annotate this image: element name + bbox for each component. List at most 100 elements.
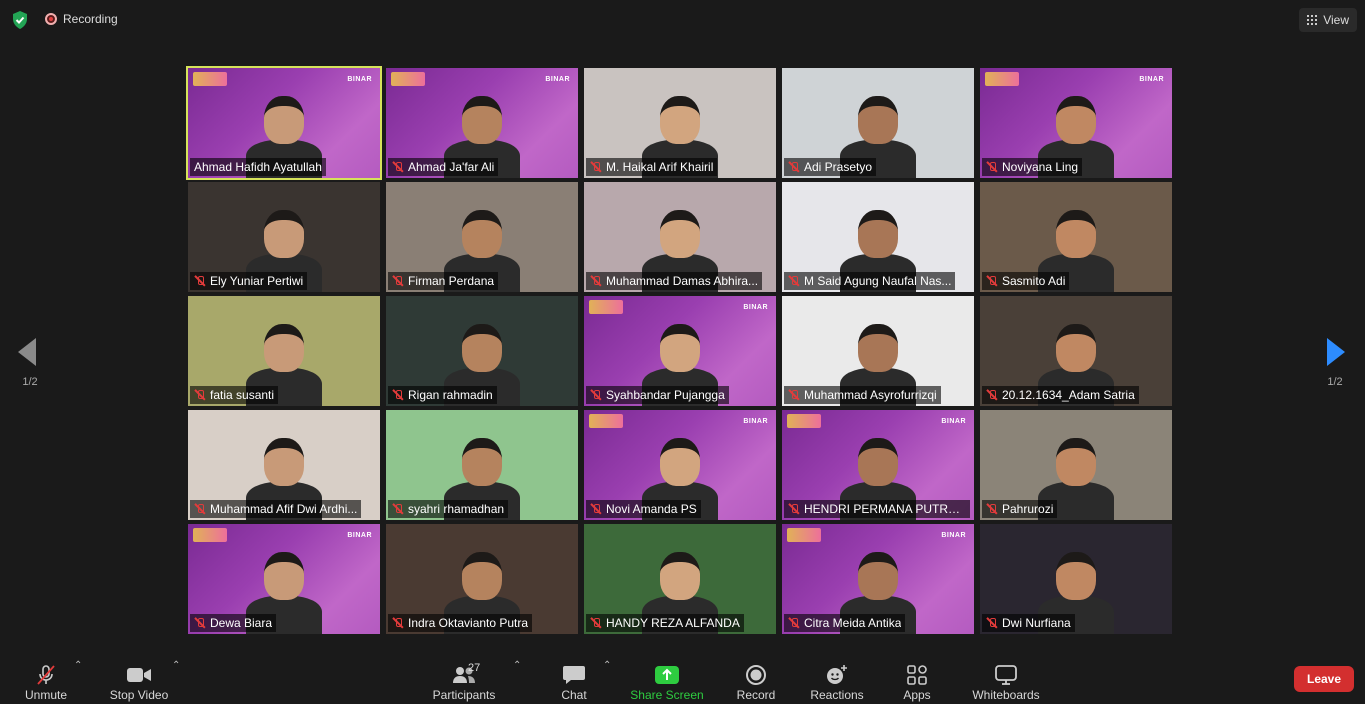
muted-microphone-icon — [392, 389, 404, 401]
participant-tile[interactable]: BINAR Novi Amanda PS — [584, 410, 776, 520]
brand-logo: BINAR — [743, 304, 768, 311]
participant-name-label: M. Haikal Arif Khairil — [586, 158, 718, 176]
recording-dot-icon — [45, 13, 57, 25]
participant-name: HENDRI PERMANA PUTRA ... — [804, 502, 966, 516]
grid-view-icon — [1307, 15, 1318, 25]
participant-name: Ely Yuniar Pertiwi — [210, 274, 304, 288]
participant-tile[interactable]: Indra Oktavianto Putra — [386, 524, 578, 634]
participant-tile[interactable]: Firman Perdana — [386, 182, 578, 292]
participant-silhouette-face — [858, 552, 898, 600]
participant-tile[interactable]: BINAR Noviyana Ling — [980, 68, 1172, 178]
participant-tile[interactable]: Sasmito Adi — [980, 182, 1172, 292]
record-button[interactable]: Record — [735, 656, 777, 702]
whiteboard-icon — [994, 662, 1018, 688]
participant-tile[interactable]: Dwi Nurfiana — [980, 524, 1172, 634]
participant-name: Muhammad Damas Abhira... — [606, 274, 759, 288]
chat-bubble-icon — [562, 662, 586, 688]
participant-tile[interactable]: HANDY REZA ALFANDA — [584, 524, 776, 634]
participant-tile[interactable]: M Said Agung Naufal Nas... — [782, 182, 974, 292]
participant-name-label: Pahrurozi — [982, 500, 1058, 518]
participant-name-label: Novi Amanda PS — [586, 500, 701, 518]
brand-logo: BINAR — [347, 532, 372, 539]
video-options-caret-icon[interactable]: ⌃ — [172, 661, 180, 671]
participant-tile[interactable]: BINAR Syahbandar Pujangga — [584, 296, 776, 406]
participant-name: Pahrurozi — [1002, 502, 1054, 516]
muted-microphone-icon — [392, 617, 404, 629]
participant-silhouette-face — [660, 324, 700, 372]
participants-label: Participants — [432, 688, 496, 702]
meeting-toolbar: Unmute ⌃ Stop Video ⌃ 27 Participants ⌃ — [0, 652, 1365, 704]
participant-tile[interactable]: Rigan rahmadin — [386, 296, 578, 406]
leave-button[interactable]: Leave — [1294, 666, 1354, 692]
unmute-button[interactable]: Unmute — [22, 656, 70, 702]
participant-tile[interactable]: syahri rhamadhan — [386, 410, 578, 520]
muted-microphone-icon — [986, 161, 998, 173]
participant-tile[interactable]: Pahrurozi — [980, 410, 1172, 520]
participant-tile[interactable]: Adi Prasetyo — [782, 68, 974, 178]
participant-name: Citra Meida Antika — [804, 616, 902, 630]
muted-microphone-icon — [392, 503, 404, 515]
next-page-button[interactable]: 1/2 — [1305, 310, 1365, 400]
participant-tile[interactable]: Muhammad Afif Dwi Ardhi... — [188, 410, 380, 520]
video-camera-icon — [126, 662, 152, 688]
participant-name-label: HANDY REZA ALFANDA — [586, 614, 744, 632]
record-icon — [745, 662, 767, 688]
reactions-button[interactable]: Reactions — [808, 656, 866, 702]
muted-microphone-icon — [788, 617, 800, 629]
stop-video-button[interactable]: Stop Video — [108, 656, 170, 702]
muted-microphone-icon — [986, 503, 998, 515]
participant-tile[interactable]: Muhammad Asyrofurrizqi — [782, 296, 974, 406]
participant-tile[interactable]: M. Haikal Arif Khairil — [584, 68, 776, 178]
participant-name-label: Dwi Nurfiana — [982, 614, 1075, 632]
whiteboards-button[interactable]: Whiteboards — [968, 656, 1044, 702]
stop-video-label: Stop Video — [109, 688, 169, 702]
participant-tile[interactable]: fatia susanti — [188, 296, 380, 406]
chat-options-caret-icon[interactable]: ⌃ — [603, 661, 611, 671]
participant-name-label: Firman Perdana — [388, 272, 499, 290]
muted-microphone-icon — [590, 161, 602, 173]
participant-name-label: Ahmad Hafidh Ayatullah — [190, 158, 326, 176]
participant-name-label: syahri rhamadhan — [388, 500, 509, 518]
participant-name: Ahmad Ja'far Ali — [408, 160, 495, 174]
share-screen-button[interactable]: Share Screen — [630, 656, 704, 702]
participant-silhouette-face — [1056, 552, 1096, 600]
previous-page-button[interactable]: 1/2 — [0, 310, 60, 400]
chat-button[interactable]: Chat — [558, 656, 590, 702]
participant-tile[interactable]: BINAR Ahmad Hafidh Ayatullah — [186, 66, 382, 180]
apps-label: Apps — [903, 688, 931, 702]
security-shield-icon[interactable] — [10, 10, 30, 30]
participant-silhouette-face — [1056, 96, 1096, 144]
view-button[interactable]: View — [1299, 8, 1357, 32]
brand-logo: BINAR — [743, 418, 768, 425]
participant-tile[interactable]: 20.12.1634_Adam Satria — [980, 296, 1172, 406]
record-label: Record — [736, 688, 776, 702]
participant-tile[interactable]: BINAR Ahmad Ja'far Ali — [386, 68, 578, 178]
audio-options-caret-icon[interactable]: ⌃ — [74, 661, 82, 671]
participant-tile[interactable]: Muhammad Damas Abhira... — [584, 182, 776, 292]
participant-tile[interactable]: BINAR Dewa Biara — [188, 524, 380, 634]
participant-tile[interactable]: Ely Yuniar Pertiwi — [188, 182, 380, 292]
participant-tile[interactable]: BINAR Citra Meida Antika — [782, 524, 974, 634]
muted-microphone-icon — [194, 617, 206, 629]
brand-logo: BINAR — [545, 76, 570, 83]
participant-silhouette-face — [462, 552, 502, 600]
arrow-left-icon — [18, 338, 36, 366]
recording-indicator[interactable]: Recording — [45, 12, 118, 26]
participants-button[interactable]: 27 Participants — [432, 656, 496, 702]
muted-microphone-icon — [194, 275, 206, 287]
participant-name: 20.12.1634_Adam Satria — [1002, 388, 1135, 402]
participant-tile[interactable]: BINAR HENDRI PERMANA PUTRA ... — [782, 410, 974, 520]
apps-button[interactable]: Apps — [900, 656, 934, 702]
participant-name: syahri rhamadhan — [408, 502, 505, 516]
participant-name-label: Dewa Biara — [190, 614, 277, 632]
participant-name: Sasmito Adi — [1002, 274, 1066, 288]
participant-name: Muhammad Afif Dwi Ardhi... — [210, 502, 358, 516]
participant-name-label: Syahbandar Pujangga — [586, 386, 729, 404]
brand-logo: BINAR — [347, 76, 372, 83]
participants-options-caret-icon[interactable]: ⌃ — [513, 661, 521, 671]
muted-microphone-icon — [392, 161, 404, 173]
page-indicator-left: 1/2 — [22, 376, 38, 388]
muted-microphone-icon — [788, 161, 800, 173]
participant-name: M Said Agung Naufal Nas... — [804, 274, 952, 288]
participant-name: Indra Oktavianto Putra — [408, 616, 529, 630]
